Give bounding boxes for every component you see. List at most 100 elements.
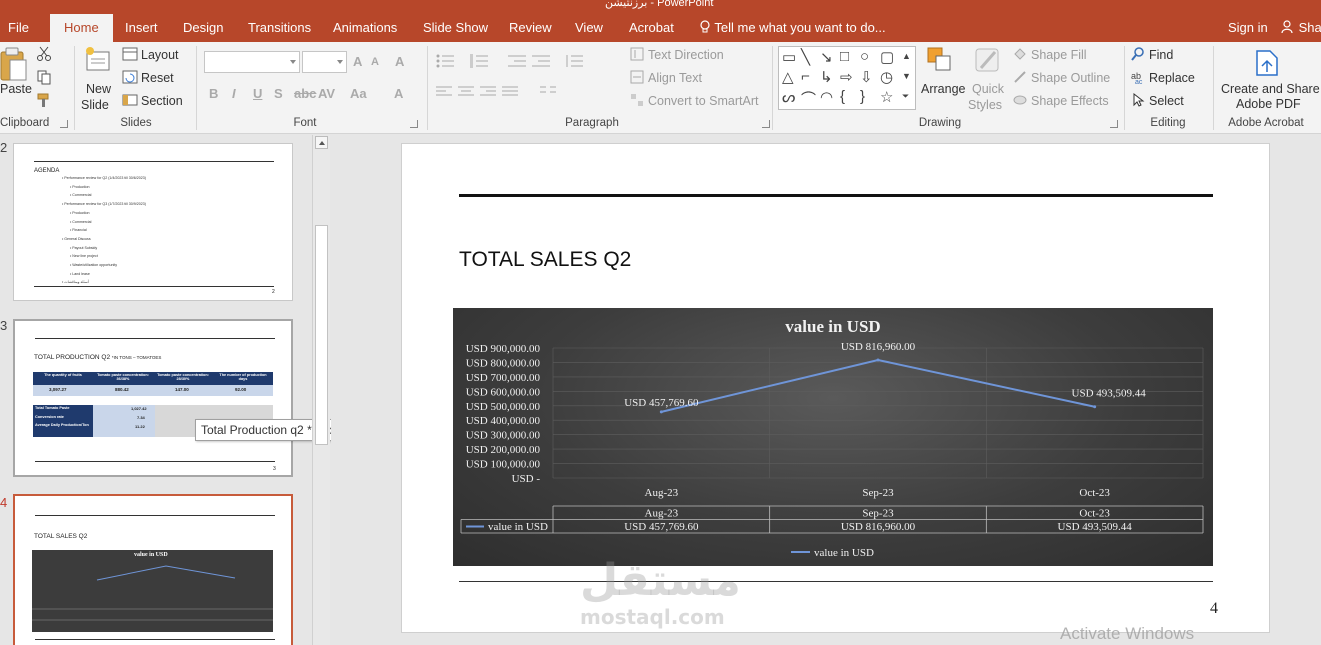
decrease-indent-icon[interactable]: [508, 54, 526, 71]
align-right-icon[interactable]: [480, 86, 496, 101]
slide-thumbnail-3[interactable]: TOTAL PRODUCTION Q2 *IN TONS – TOMATOES …: [13, 319, 293, 477]
tab-animations[interactable]: Animations: [333, 14, 397, 42]
down-arrow-shape-icon[interactable]: ⇩: [860, 68, 873, 86]
quick-styles-button[interactable]: Quick: [972, 82, 1004, 96]
textbox-shape-icon[interactable]: ▭: [782, 48, 796, 66]
oval-shape-icon[interactable]: ○: [860, 48, 869, 65]
new-slide-button-2[interactable]: Slide: [81, 98, 109, 112]
strikethrough-icon[interactable]: abc: [294, 86, 316, 101]
paste-icon[interactable]: [0, 46, 30, 85]
align-center-icon[interactable]: [458, 86, 474, 101]
rectangle-shape-icon[interactable]: □: [840, 48, 849, 65]
tab-home[interactable]: Home: [50, 14, 113, 42]
left-brace-shape-icon[interactable]: {: [840, 88, 845, 105]
elbow-connector-icon[interactable]: ⌐: [801, 68, 810, 85]
new-slide-icon[interactable]: [84, 46, 112, 77]
font-family-select[interactable]: [204, 51, 300, 73]
char-spacing-icon[interactable]: AV: [318, 86, 335, 101]
columns-icon[interactable]: [540, 86, 556, 101]
slide-thumbnail-4[interactable]: TOTAL SALES Q2 value in USD: [13, 494, 293, 645]
convert-smartart-button[interactable]: Convert to SmartArt: [648, 94, 758, 108]
grow-font-icon[interactable]: A: [353, 54, 362, 69]
gallery-more-icon[interactable]: ⏷: [902, 91, 909, 102]
gallery-down-icon[interactable]: ▼: [902, 71, 911, 81]
tab-review[interactable]: Review: [509, 14, 552, 42]
find-button[interactable]: Find: [1149, 48, 1173, 62]
right-brace-shape-icon[interactable]: }: [860, 88, 865, 105]
slide-number-2: 2: [0, 140, 8, 155]
scroll-up-button[interactable]: [315, 136, 328, 149]
shape-effects-button[interactable]: Shape Effects: [1031, 94, 1109, 108]
slide-thumbnail-2[interactable]: AGENDA • Performance review for Q2 (1/4/…: [13, 143, 293, 301]
paragraph-launcher-icon[interactable]: [762, 120, 770, 128]
select-button[interactable]: Select: [1149, 94, 1184, 108]
curve-shape-icon[interactable]: ⌒: [801, 88, 816, 109]
data-table-value: USD 493,509.44: [1058, 521, 1133, 533]
section-button[interactable]: Section: [141, 94, 183, 108]
shrink-font-icon[interactable]: A: [371, 56, 379, 68]
slide-title[interactable]: TOTAL SALES Q2: [459, 248, 631, 272]
star-shape-icon[interactable]: ☆: [880, 88, 893, 106]
create-share-pdf-button-2[interactable]: Adobe PDF: [1236, 97, 1301, 111]
callout-shape-icon[interactable]: ◷: [880, 68, 893, 86]
tab-insert[interactable]: Insert: [125, 14, 158, 42]
italic-icon[interactable]: I: [232, 86, 236, 101]
elbow-arrow-icon[interactable]: ↳: [820, 68, 833, 86]
clear-format-icon[interactable]: A: [395, 54, 404, 69]
bullets-icon[interactable]: [436, 54, 456, 71]
tell-me-box[interactable]: Tell me what you want to do...: [699, 14, 886, 42]
align-left-icon[interactable]: [436, 86, 452, 101]
tab-view[interactable]: View: [575, 14, 603, 42]
shape-outline-button[interactable]: Shape Outline: [1031, 71, 1110, 85]
new-slide-button[interactable]: New: [86, 82, 111, 96]
share-button[interactable]: Share: [1281, 14, 1321, 42]
justify-icon[interactable]: [502, 86, 518, 101]
text-direction-button[interactable]: Text Direction: [648, 48, 724, 62]
arrow-line-shape-icon[interactable]: ↘: [820, 48, 833, 66]
triangle-shape-icon[interactable]: △: [782, 68, 794, 86]
gallery-up-icon[interactable]: ▲: [902, 51, 911, 61]
quick-styles-button-2[interactable]: Styles: [968, 98, 1002, 112]
current-slide[interactable]: TOTAL SALES Q2 value in USD USD 900,000.0…: [401, 143, 1270, 633]
freeform-shape-icon[interactable]: ᔕ: [782, 88, 795, 106]
rounded-rect-shape-icon[interactable]: ▢: [880, 48, 894, 66]
replace-button[interactable]: Replace: [1149, 71, 1195, 85]
data-table-header: Aug-23: [645, 508, 679, 520]
align-text-button[interactable]: Align Text: [648, 71, 702, 85]
sign-in-link[interactable]: Sign in: [1228, 14, 1268, 42]
arc-shape-icon[interactable]: ◠: [820, 88, 833, 106]
tab-design[interactable]: Design: [183, 14, 223, 42]
line-spacing-icon[interactable]: [565, 54, 583, 71]
shadow-icon[interactable]: S: [274, 86, 283, 101]
shapes-gallery[interactable]: ▭ ╲ ↘ □ ○ ▢ △ ⌐ ↳ ⇨ ⇩ ◷ ᔕ ⌒ ◠ { } ☆ ▲ ▼ …: [778, 46, 916, 110]
tell-me-text: Tell me what you want to do...: [714, 20, 886, 35]
clipboard-launcher-icon[interactable]: [60, 120, 68, 128]
drawing-launcher-icon[interactable]: [1110, 120, 1118, 128]
scroll-thumb[interactable]: [315, 225, 328, 445]
change-case-icon[interactable]: Aa: [350, 86, 367, 101]
layout-button[interactable]: Layout: [141, 48, 179, 62]
tab-acrobat[interactable]: Acrobat: [629, 14, 674, 42]
sales-chart[interactable]: value in USD USD 900,000.00 USD 800,000.00…: [453, 308, 1213, 566]
font-size-select[interactable]: [302, 51, 347, 73]
copy-icon[interactable]: [36, 69, 52, 88]
font-launcher-icon[interactable]: [410, 120, 418, 128]
reset-button[interactable]: Reset: [141, 71, 174, 85]
create-share-pdf-button[interactable]: Create and Share: [1221, 82, 1320, 96]
underline-icon[interactable]: U: [253, 86, 262, 101]
tab-file[interactable]: File: [8, 14, 29, 42]
thumbnail-scrollbar[interactable]: [312, 135, 330, 645]
format-painter-icon[interactable]: [36, 92, 52, 111]
tab-slide-show[interactable]: Slide Show: [423, 14, 488, 42]
bold-icon[interactable]: B: [209, 86, 218, 101]
shape-fill-button[interactable]: Shape Fill: [1031, 48, 1087, 62]
numbering-icon[interactable]: [470, 54, 490, 71]
tab-transitions[interactable]: Transitions: [248, 14, 311, 42]
cut-icon[interactable]: [36, 46, 52, 65]
right-arrow-shape-icon[interactable]: ⇨: [840, 68, 853, 86]
line-shape-icon[interactable]: ╲: [801, 48, 810, 66]
arrange-button[interactable]: Arrange: [921, 82, 965, 96]
font-color-icon[interactable]: A: [394, 86, 403, 101]
increase-indent-icon[interactable]: [532, 54, 550, 71]
paste-button[interactable]: Paste: [0, 82, 32, 96]
